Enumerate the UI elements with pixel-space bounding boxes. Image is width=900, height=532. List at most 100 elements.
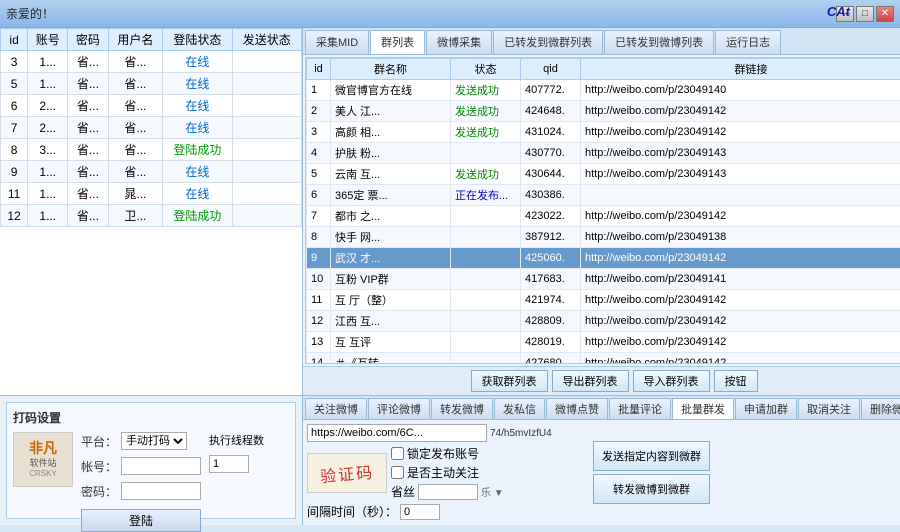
export-group-list-btn[interactable]: 导出群列表 [552,370,629,392]
platform-select[interactable]: 手动打码 [121,432,187,450]
bottom-content: 74/h5mvIzfU4 验证码 锁定发布账号 [303,420,900,525]
tab-group-list[interactable]: 群列表 [370,30,425,54]
bottom-tabs: 关注微博 评论微博 转发微博 发私信 微博点赞 批量评论 批量群发 申请加群 取… [303,396,900,420]
tab-follow-weibo[interactable]: 关注微博 [305,398,367,419]
right-content: id 群名称 状态 qid 群链接 1微官博官方在线发送成功407772.htt… [303,55,900,395]
url-row: 74/h5mvIzfU4 [307,424,587,442]
right-panel: 采集MID 群列表 微博采集 已转发到微群列表 已转发到微博列表 运行日志 id… [303,28,900,525]
url-input[interactable] [307,424,487,442]
table-row[interactable]: 83...省...省...登陆成功 [1,139,302,161]
login-button[interactable]: 登陆 [81,509,201,532]
tab-collect-mid[interactable]: 采集MID [305,30,369,54]
close-button[interactable]: ✕ [876,6,894,22]
top-tabs: 采集MID 群列表 微博采集 已转发到微群列表 已转发到微博列表 运行日志 [303,28,900,55]
table-row[interactable]: 5云南 互...发送成功430644.http://weibo.com/p/23… [307,164,900,185]
group-col-link: 群链接 [581,59,900,80]
dama-password-input[interactable] [121,482,201,500]
thread-count-row: 执行线程数 [209,432,289,448]
delay-label: 间隔时间（秒）： [307,503,397,520]
col-account: 账号 [28,29,68,51]
image-row: 验证码 锁定发布账号 是否主动关注 [307,445,587,500]
col-login: 登陆状态 [163,29,232,51]
group-col-id: id [307,59,331,80]
cat-label: CAt [827,4,850,19]
account-label: 帐号： [81,458,117,475]
tab-forward-weibo[interactable]: 转发微博 [431,398,493,419]
province-input[interactable] [418,484,478,500]
tab-forwarded-group[interactable]: 已转发到微群列表 [493,30,603,54]
platform-label: 平台： [81,433,117,450]
bottom-right-col: 发送指定内容到微群 转发微博到微群 [593,424,710,521]
bottom-left-section: 打码设置 非凡 软件站 CRSKY [0,395,302,525]
tab-batch-comment[interactable]: 批量评论 [609,398,671,419]
tab-join-group[interactable]: 申请加群 [735,398,797,419]
table-row[interactable]: 62...省...省...在线 [1,95,302,117]
auto-follow-label: 是否主动关注 [407,464,479,481]
table-row[interactable]: 1微官博官方在线发送成功407772.http://weibo.com/p/23… [307,80,900,101]
password-row: 密码： [81,482,201,500]
auto-follow-checkbox[interactable] [391,466,404,479]
table-row[interactable]: 2美人 江...发送成功424648.http://weibo.com/p/23… [307,101,900,122]
forward-to-weibo-btn[interactable]: 转发微博到微群 [593,474,710,504]
group-col-qid: qid [521,59,581,80]
table-row[interactable]: 3高颜 相...发送成功431024.http://weibo.com/p/23… [307,122,900,143]
table-row[interactable]: 6365定 票...正在发布...430386. [307,185,900,206]
extra-text: 乐 ▼ [481,484,504,499]
table-row[interactable]: 7都市 之...423022.http://weibo.com/p/230491… [307,206,900,227]
col-id: id [1,29,28,51]
dama-account-input[interactable] [121,457,201,475]
maximize-button[interactable]: □ [856,6,874,22]
table-row[interactable]: 72...省...省...在线 [1,117,302,139]
province-row: 省丝 乐 ▼ [391,483,504,500]
col-send: 发送状态 [232,29,301,51]
group-table-container[interactable]: id 群名称 状态 qid 群链接 1微官博官方在线发送成功407772.htt… [305,57,900,364]
platform-row: 平台： 手动打码 [81,432,201,450]
title-bar: 亲爱的！ CAt — □ ✕ [0,0,900,28]
table-row[interactable]: 10互粉 VIP群417683.http://weibo.com/p/23049… [307,269,900,290]
group-table: id 群名称 状态 qid 群链接 1微官博官方在线发送成功407772.htt… [306,58,900,364]
tab-like-weibo[interactable]: 微博点赞 [546,398,608,419]
col-password: 密码 [68,29,108,51]
table-row[interactable]: 14＃《互转...427680.http://weibo.com/p/23049… [307,353,900,365]
auto-follow-row: 是否主动关注 [391,464,504,481]
tab-unfollow[interactable]: 取消关注 [798,398,860,419]
window-title: 亲爱的！ [6,5,836,22]
table-row[interactable]: 11互 厅（整）421974.http://weibo.com/p/230491… [307,290,900,311]
table-row[interactable]: 51...省...省...在线 [1,73,302,95]
import-group-list-btn[interactable]: 导入群列表 [633,370,710,392]
get-group-list-btn[interactable]: 获取群列表 [471,370,548,392]
delay-row: 间隔时间（秒）： [307,503,587,520]
accounts-table-container[interactable]: id 账号 密码 用户名 登陆状态 发送状态 31...省...省...在线51… [0,28,302,395]
tab-weibo-collect[interactable]: 微博采集 [426,30,492,54]
send-to-group-btn[interactable]: 发送指定内容到微群 [593,441,710,471]
delay-input[interactable] [400,504,440,520]
group-col-name: 群名称 [331,59,451,80]
table-row[interactable]: 4护肤 粉...430770.http://weibo.com/p/230491… [307,143,900,164]
table-row[interactable]: 31...省...省...在线 [1,51,302,73]
dama-box: 打码设置 非凡 软件站 CRSKY [6,402,296,519]
accounts-table: id 账号 密码 用户名 登陆状态 发送状态 31...省...省...在线51… [0,28,302,227]
table-row[interactable]: 8快手 网...387912.http://weibo.com/p/230491… [307,227,900,248]
pin-account-checkbox[interactable] [391,447,404,460]
tab-run-log[interactable]: 运行日志 [715,30,781,54]
bottom-area: 关注微博 评论微博 转发微博 发私信 微博点赞 批量评论 批量群发 申请加群 取… [303,395,900,525]
tab-comment-weibo[interactable]: 评论微博 [368,398,430,419]
main-container: id 账号 密码 用户名 登陆状态 发送状态 31...省...省...在线51… [0,28,900,525]
tab-forwarded-weibo[interactable]: 已转发到微博列表 [604,30,714,54]
group-col-status: 状态 [451,59,521,80]
pin-account-label: 锁定发布账号 [407,445,479,462]
col-username: 用户名 [108,29,163,51]
table-row[interactable]: 91...省...省...在线 [1,161,302,183]
progress-text: 74/h5mvIzfU4 [490,428,552,439]
table-row[interactable]: 13互 互评428019.http://weibo.com/p/23049142 [307,332,900,353]
thread-count-input[interactable] [209,455,249,473]
table-row[interactable]: 121...省...卫...登陆成功 [1,205,302,227]
extra-btn[interactable]: 按钮 [714,370,758,392]
tab-delete-weibo[interactable]: 删除微博 [861,398,900,419]
table-row[interactable]: 12江西 互...428809.http://weibo.com/p/23049… [307,311,900,332]
table-row[interactable]: 111...省...晁...在线 [1,183,302,205]
tab-send-private[interactable]: 发私信 [494,398,545,419]
province-label: 省丝 [391,483,415,500]
table-row[interactable]: 9武汉 才...425060.http://weibo.com/p/230491… [307,248,900,269]
tab-batch-send[interactable]: 批量群发 [672,398,734,419]
